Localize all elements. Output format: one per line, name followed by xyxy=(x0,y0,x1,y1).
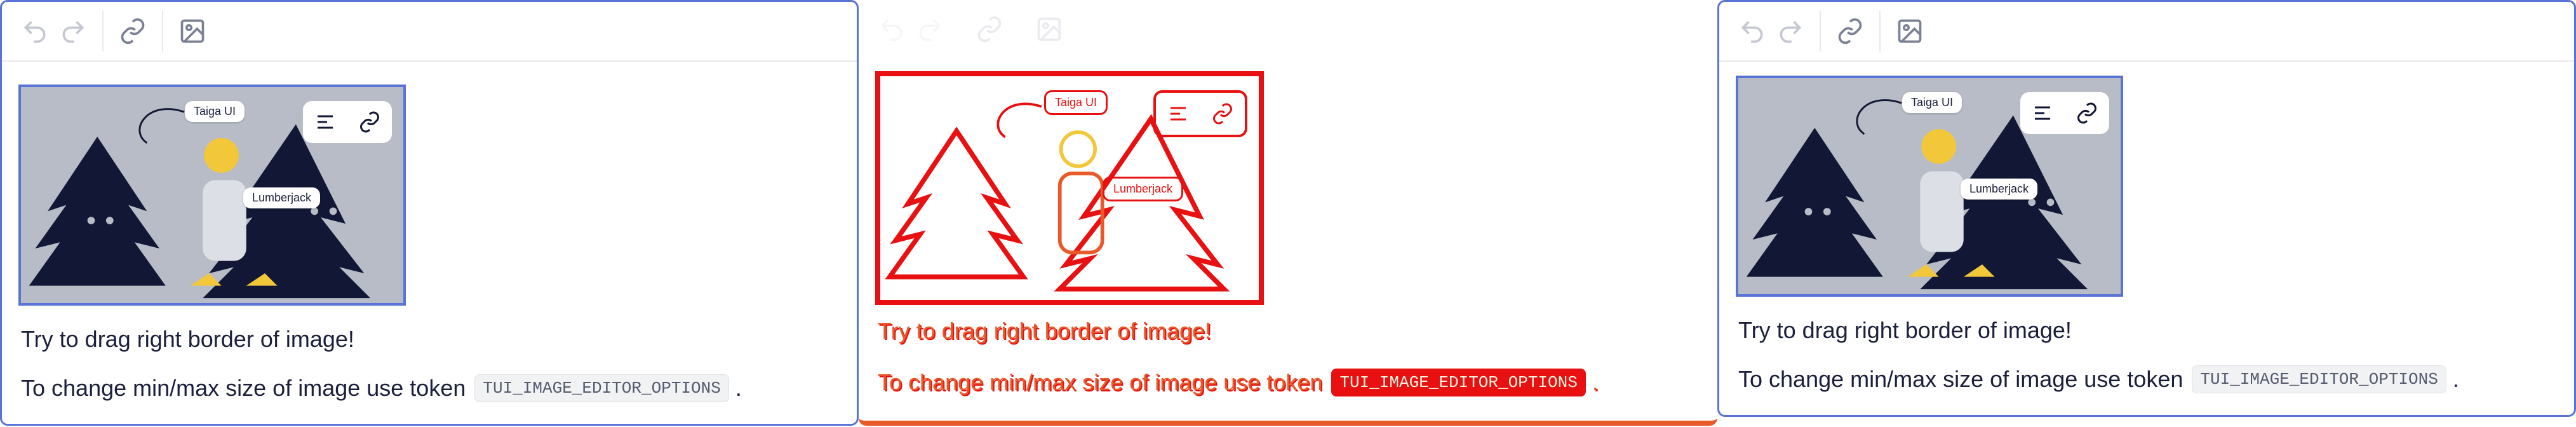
editor-image[interactable]: Taiga UI Lumberjack xyxy=(1736,76,2123,297)
bubble-taiga-ui: Taiga UI xyxy=(1902,92,1962,113)
image-button[interactable] xyxy=(1030,10,1068,48)
line2-suffix: . xyxy=(2452,366,2459,392)
editor-image[interactable]: Taiga UI Lumberjack xyxy=(18,85,406,306)
editor-toolbar xyxy=(2,2,857,62)
content-line-2: To change min/max size of image use toke… xyxy=(878,369,1599,396)
link-icon xyxy=(1838,18,1862,44)
bubble-lumberjack: Lumberjack xyxy=(243,187,321,208)
editor-image-diff[interactable]: Taiga UI Lumberjack xyxy=(875,71,1264,305)
image-icon xyxy=(180,19,205,43)
link-icon[interactable] xyxy=(358,111,381,133)
image-toolbar xyxy=(303,101,392,143)
bubble-lumberjack: Lumberjack xyxy=(1961,179,2038,200)
image-icon xyxy=(1898,19,1922,43)
link-button[interactable] xyxy=(114,12,152,50)
bubble-taiga-ui: Taiga UI xyxy=(1044,90,1108,115)
content-line-1: Try to drag right border of image! xyxy=(21,326,354,352)
image-button[interactable] xyxy=(173,12,211,50)
line2-prefix: To change min/max size of image use toke… xyxy=(21,375,466,401)
undo-button[interactable] xyxy=(16,12,54,50)
toolbar-separator xyxy=(102,11,104,51)
undo-icon xyxy=(1741,21,1763,43)
line2-suffix: . xyxy=(1592,369,1599,395)
bubble-lumberjack: Lumberjack xyxy=(1103,177,1184,201)
redo-button[interactable] xyxy=(911,10,949,48)
redo-icon xyxy=(62,21,84,43)
toolbar-separator xyxy=(959,9,960,50)
link-icon xyxy=(121,18,145,44)
content-line-1: Try to drag right border of image! xyxy=(1738,317,2072,343)
toolbar-separator xyxy=(1820,11,1821,51)
link-icon[interactable] xyxy=(2076,102,2098,125)
line2-suffix: . xyxy=(735,375,742,401)
align-icon[interactable] xyxy=(2031,102,2054,125)
image-icon xyxy=(1037,17,1061,41)
link-button[interactable] xyxy=(970,10,1009,48)
editor-toolbar xyxy=(1719,2,2574,62)
editor-panel-left: Taiga UI Lumberjack Try to drag right bo… xyxy=(0,0,859,426)
undo-icon xyxy=(23,21,46,43)
link-icon xyxy=(977,16,1002,43)
image-toolbar xyxy=(2020,92,2109,134)
redo-icon xyxy=(1780,21,1802,43)
token-code: TUI_IMAGE_EDITOR_OPTIONS xyxy=(1331,369,1586,396)
content-line-1: Try to drag right border of image! xyxy=(878,318,1211,344)
token-code: TUI_IMAGE_EDITOR_OPTIONS xyxy=(2192,365,2446,393)
bubble-taiga-ui: Taiga UI xyxy=(185,101,245,122)
toolbar-separator xyxy=(162,11,163,51)
undo-button[interactable] xyxy=(873,10,911,48)
toolbar-separator xyxy=(1019,9,1020,50)
token-code: TUI_IMAGE_EDITOR_OPTIONS xyxy=(474,374,729,402)
content-line-2: To change min/max size of image use toke… xyxy=(21,374,742,402)
link-icon[interactable] xyxy=(1211,102,1234,125)
editor-panel-diff: Taiga UI Lumberjack Try to drag right bo… xyxy=(859,0,1717,426)
toolbar-separator xyxy=(1879,11,1881,51)
align-icon[interactable] xyxy=(1167,102,1190,125)
align-icon[interactable] xyxy=(314,111,337,133)
image-button[interactable] xyxy=(1891,12,1929,50)
undo-icon xyxy=(880,19,902,41)
editor-panel-right: Taiga UI Lumberjack Try to drag right bo… xyxy=(1717,0,2576,417)
content-line-2: To change min/max size of image use toke… xyxy=(1738,365,2459,393)
redo-button[interactable] xyxy=(1771,12,1809,50)
link-button[interactable] xyxy=(1831,12,1869,50)
redo-button[interactable] xyxy=(54,12,92,50)
line2-prefix: To change min/max size of image use toke… xyxy=(878,369,1323,395)
editor-toolbar xyxy=(859,0,1717,60)
redo-icon xyxy=(919,19,941,41)
image-toolbar xyxy=(1153,90,1247,137)
line2-prefix: To change min/max size of image use toke… xyxy=(1738,366,2184,392)
undo-button[interactable] xyxy=(1733,12,1771,50)
